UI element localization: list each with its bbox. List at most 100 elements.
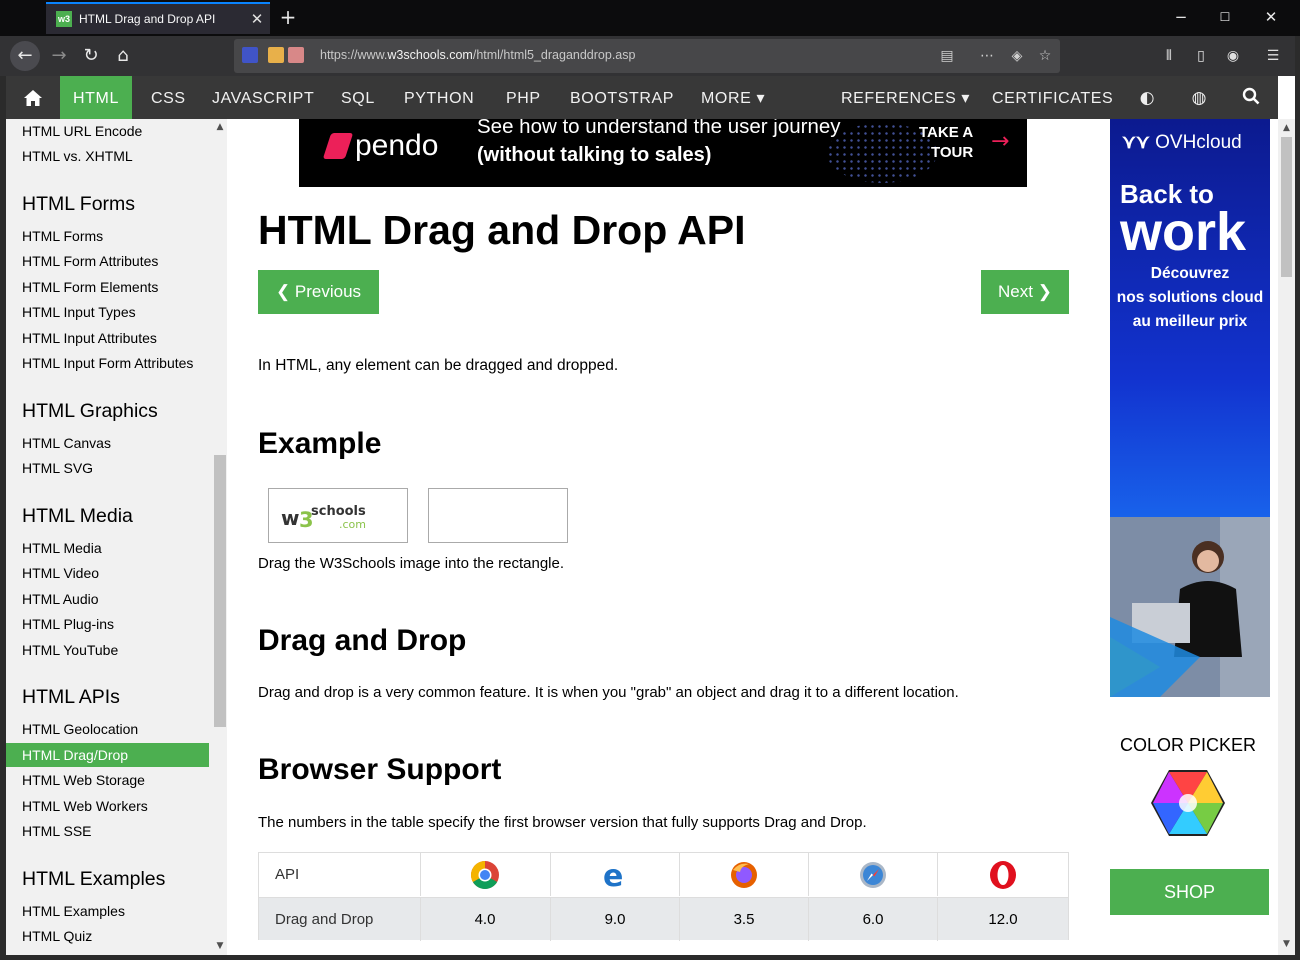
pendo-ad-banner[interactable]: pendo See how to understand the user jou… <box>299 119 1027 187</box>
table-cell-firefox: 3.5 <box>679 898 808 941</box>
shop-button[interactable]: SHOP <box>1110 869 1269 915</box>
svg-text:schools: schools <box>311 504 366 519</box>
sidebar-link-sse[interactable]: HTML SSE <box>6 820 209 842</box>
nav-php[interactable]: PHP <box>506 76 541 119</box>
reload-icon[interactable]: ↻ <box>76 41 106 71</box>
drag-drop-text: Drag and drop is a very common feature. … <box>258 684 959 701</box>
reader-view-icon[interactable]: ▤ <box>936 45 958 67</box>
page-scroll-down-icon[interactable]: ▼ <box>1278 939 1295 949</box>
w3schools-logo[interactable]: w 3 schools .com <box>281 501 396 531</box>
page-scroll-up-icon[interactable]: ▲ <box>1278 123 1295 133</box>
nav-css[interactable]: CSS <box>151 76 186 119</box>
sidebar-link-media[interactable]: HTML Media <box>6 537 209 559</box>
browser-support-table: API e Drag and Drop 4.0 9.0 3.5 6.0 12.0 <box>258 852 1069 941</box>
sidebar-link-url-encode[interactable]: HTML URL Encode <box>6 120 209 142</box>
maximize-button[interactable]: ☐ <box>1202 4 1248 30</box>
browser-tab[interactable]: w3 HTML Drag and Drop API ✕ <box>46 2 270 34</box>
nav-bootstrap[interactable]: BOOTSTRAP <box>570 76 674 119</box>
sidebar-link-form-elements[interactable]: HTML Form Elements <box>6 276 209 298</box>
tab-title: HTML Drag and Drop API <box>79 12 216 26</box>
forward-arrow-icon[interactable]: → <box>44 41 74 71</box>
library-icon[interactable]: ⫴ <box>1158 45 1180 67</box>
sidebar-link-plugins[interactable]: HTML Plug-ins <box>6 613 209 635</box>
search-icon[interactable] <box>1240 87 1262 109</box>
nav-sql[interactable]: SQL <box>341 76 375 119</box>
sidebar-link-video[interactable]: HTML Video <box>6 562 209 584</box>
bookmark-star-icon[interactable]: ☆ <box>1034 45 1056 67</box>
home-icon[interactable] <box>14 76 52 119</box>
globe-icon[interactable]: ◍ <box>1188 87 1210 109</box>
color-picker-icon[interactable] <box>1150 769 1226 837</box>
table-cell-opera: 12.0 <box>937 898 1068 941</box>
ovhcloud-ad[interactable]: ⋎⋎ OVHcloud Back to work Découvrez nos s… <box>1110 119 1270 697</box>
table-cell-edge: 9.0 <box>550 898 679 941</box>
sidebar-link-svg[interactable]: HTML SVG <box>6 457 209 479</box>
sidebar-link-web-storage[interactable]: HTML Web Storage <box>6 769 209 791</box>
site-top-nav: HTML CSS JAVASCRIPT SQL PYTHON PHP BOOTS… <box>6 76 1278 119</box>
sidebar-link-form-attributes[interactable]: HTML Form Attributes <box>6 250 209 272</box>
home-icon[interactable]: ⌂ <box>108 41 138 71</box>
sidebar-link-quiz[interactable]: HTML Quiz <box>6 925 209 947</box>
sidebar-link-input-types[interactable]: HTML Input Types <box>6 301 209 323</box>
sidebar-link-audio[interactable]: HTML Audio <box>6 588 209 610</box>
page-title: HTML Drag and Drop API <box>258 207 746 253</box>
sidebar-link-examples[interactable]: HTML Examples <box>6 900 209 922</box>
page-actions-icon[interactable]: ⋯ <box>976 45 998 67</box>
nav-references[interactable]: REFERENCES ▾ <box>841 76 970 119</box>
sidebar-link-forms[interactable]: HTML Forms <box>6 225 209 247</box>
sidebar-link-geolocation[interactable]: HTML Geolocation <box>6 718 209 740</box>
scroll-down-arrow-icon[interactable]: ▼ <box>214 941 226 951</box>
ad-cta[interactable]: TAKE A TOUR <box>919 123 973 163</box>
intro-text: In HTML, any element can be dragged and … <box>258 357 619 374</box>
sidebar-link-vs-xhtml[interactable]: HTML vs. XHTML <box>6 145 209 167</box>
nav-more[interactable]: MORE ▾ <box>701 76 765 119</box>
next-button[interactable]: Next ❯ <box>981 270 1069 314</box>
browser-support-heading: Browser Support <box>258 753 502 786</box>
firefox-icon <box>731 862 757 888</box>
tracking-icon[interactable] <box>288 47 304 63</box>
tab-close-icon[interactable]: ✕ <box>244 10 270 28</box>
sidebar-link-canvas[interactable]: HTML Canvas <box>6 432 209 454</box>
nav-certificates[interactable]: CERTIFICATES <box>992 76 1113 119</box>
site-info-icon[interactable] <box>242 47 258 63</box>
svg-text:w: w <box>281 506 299 530</box>
ad-sub-1: Découvrez <box>1150 265 1230 282</box>
previous-button[interactable]: ❮ Previous <box>258 270 379 314</box>
nav-python[interactable]: PYTHON <box>404 76 474 119</box>
right-ad-column: ⋎⋎ OVHcloud Back to work Découvrez nos s… <box>1098 119 1278 955</box>
table-cell-safari: 6.0 <box>808 898 937 941</box>
pocket-icon[interactable]: ◈ <box>1006 45 1028 67</box>
scroll-up-arrow-icon[interactable]: ▲ <box>214 122 226 132</box>
sidebar-link-drag-drop[interactable]: HTML Drag/Drop <box>6 743 209 767</box>
svg-text:e: e <box>603 860 623 890</box>
sidebar-scroll-thumb[interactable] <box>214 455 226 727</box>
sidebar-link-web-workers[interactable]: HTML Web Workers <box>6 795 209 817</box>
theme-toggle-icon[interactable]: ◐ <box>1136 87 1158 109</box>
nav-javascript[interactable]: JAVASCRIPT <box>212 76 314 119</box>
close-window-button[interactable]: ✕ <box>1248 4 1294 30</box>
sidebar-link-input-form-attributes[interactable]: HTML Input Form Attributes <box>6 352 209 374</box>
address-bar[interactable]: https://www.w3schools.com/html/html5_dra… <box>234 39 1060 73</box>
ad-line-2: (without talking to sales) <box>477 144 712 166</box>
page-scrollbar[interactable]: ▲ ▼ <box>1278 119 1295 955</box>
back-arrow-icon[interactable]: ← <box>10 41 40 71</box>
sidebar-link-youtube[interactable]: HTML YouTube <box>6 639 209 661</box>
sidebar-link-input-attributes[interactable]: HTML Input Attributes <box>6 327 209 349</box>
nav-html[interactable]: HTML <box>60 76 132 119</box>
edge-icon: e <box>603 860 623 890</box>
account-icon[interactable]: ◉ <box>1222 45 1244 67</box>
sidebar-toggle-icon[interactable]: ▯ <box>1190 45 1212 67</box>
minimize-button[interactable]: − <box>1158 4 1204 30</box>
browser-toolbar: ← → ↻ ⌂ https://www.w3schools.com/html/h… <box>0 36 1300 76</box>
sidebar-heading-graphics: HTML Graphics <box>22 400 158 422</box>
drag-source-box[interactable]: w 3 schools .com <box>268 488 408 543</box>
pendo-logo: pendo <box>322 129 438 163</box>
ad-photo-graphic <box>1110 517 1270 697</box>
new-tab-button[interactable]: + <box>276 4 300 30</box>
menu-icon[interactable]: ☰ <box>1262 45 1284 67</box>
table-header-api: API <box>275 866 300 883</box>
drop-target-box[interactable] <box>428 488 568 543</box>
page-scroll-thumb[interactable] <box>1281 137 1292 277</box>
sidebar-scrollbar[interactable]: ▲ ▼ <box>210 119 227 955</box>
permissions-icon[interactable] <box>268 47 284 63</box>
